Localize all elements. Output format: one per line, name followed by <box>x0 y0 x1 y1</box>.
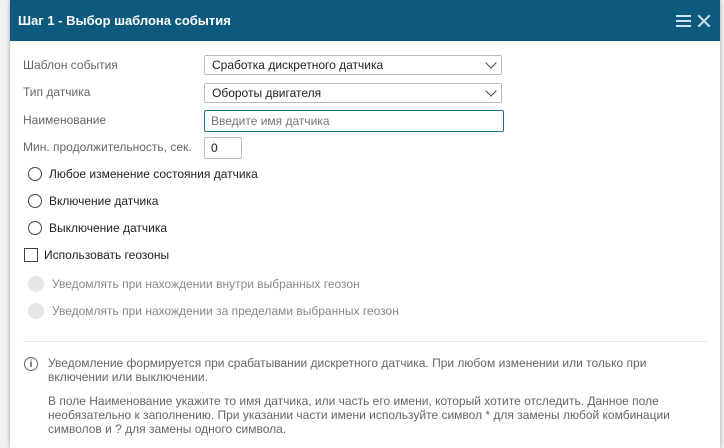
radio-button-disabled <box>28 276 44 292</box>
info-line: включении или выключении. <box>48 370 208 384</box>
radio-notify-inside: Уведомлять при нахождении внутри выбранн… <box>28 276 360 292</box>
radio-any-change-label: Любое изменение состояния датчика <box>49 167 258 181</box>
radio-button[interactable] <box>28 194 42 208</box>
radio-notify-inside-label: Уведомлять при нахождении внутри выбранн… <box>52 277 360 291</box>
info-line: необязательно к заполнению. При указании… <box>48 408 670 422</box>
info-line: символов и ? для замены одного символа. <box>48 422 287 436</box>
sensor-name-input[interactable] <box>204 110 504 132</box>
radio-button-disabled <box>28 303 44 319</box>
info-paragraph-2: В поле Наименование укажите то имя датчи… <box>48 394 678 436</box>
sensor-type-select[interactable]: Обороты двигателя <box>204 83 502 103</box>
radio-turn-on-label: Включение датчика <box>49 194 159 208</box>
info-icon: i <box>24 357 38 371</box>
use-geofences-label: Использовать геозоны <box>44 248 170 262</box>
close-icon[interactable] <box>696 13 712 29</box>
radio-turn-off[interactable]: Выключение датчика <box>28 221 167 235</box>
radio-notify-outside: Уведомлять при нахождении за пределами в… <box>28 303 399 319</box>
radio-button[interactable] <box>28 167 42 181</box>
template-select[interactable]: Сработка дискретного датчика <box>204 55 502 75</box>
dialog-titlebar: Шаг 1 - Выбор шаблона события <box>10 0 720 41</box>
info-paragraph-1: Уведомление формируется при срабатывании… <box>48 356 678 384</box>
event-template-dialog: Шаг 1 - Выбор шаблона события Шаблон соб… <box>10 0 720 448</box>
min-duration-label: Мин. продолжительность, сек. <box>23 140 192 154</box>
sensor-type-select-value: Обороты двигателя <box>212 86 322 100</box>
min-duration-input[interactable] <box>204 137 242 159</box>
radio-turn-on[interactable]: Включение датчика <box>28 194 158 208</box>
chevron-down-icon <box>485 57 497 69</box>
use-geofences-checkbox[interactable] <box>24 248 38 262</box>
template-label: Шаблон события <box>23 58 118 72</box>
template-select-value: Сработка дискретного датчика <box>212 58 384 72</box>
menu-icon[interactable] <box>676 13 692 29</box>
radio-notify-outside-label: Уведомлять при нахождении за пределами в… <box>52 304 399 318</box>
radio-turn-off-label: Выключение датчика <box>49 221 168 235</box>
name-label: Наименование <box>23 113 107 127</box>
sensor-type-label: Тип датчика <box>23 85 91 99</box>
radio-any-change[interactable]: Любое изменение состояния датчика <box>28 167 258 181</box>
info-line: В поле Наименование укажите то имя датчи… <box>48 394 659 408</box>
radio-button[interactable] <box>28 221 42 235</box>
dialog-title: Шаг 1 - Выбор шаблона события <box>18 13 231 28</box>
chevron-down-icon <box>485 85 497 97</box>
divider <box>23 341 707 342</box>
info-line: Уведомление формируется при срабатывании… <box>48 356 647 370</box>
use-geofences-checkbox-row[interactable]: Использовать геозоны <box>24 248 169 262</box>
